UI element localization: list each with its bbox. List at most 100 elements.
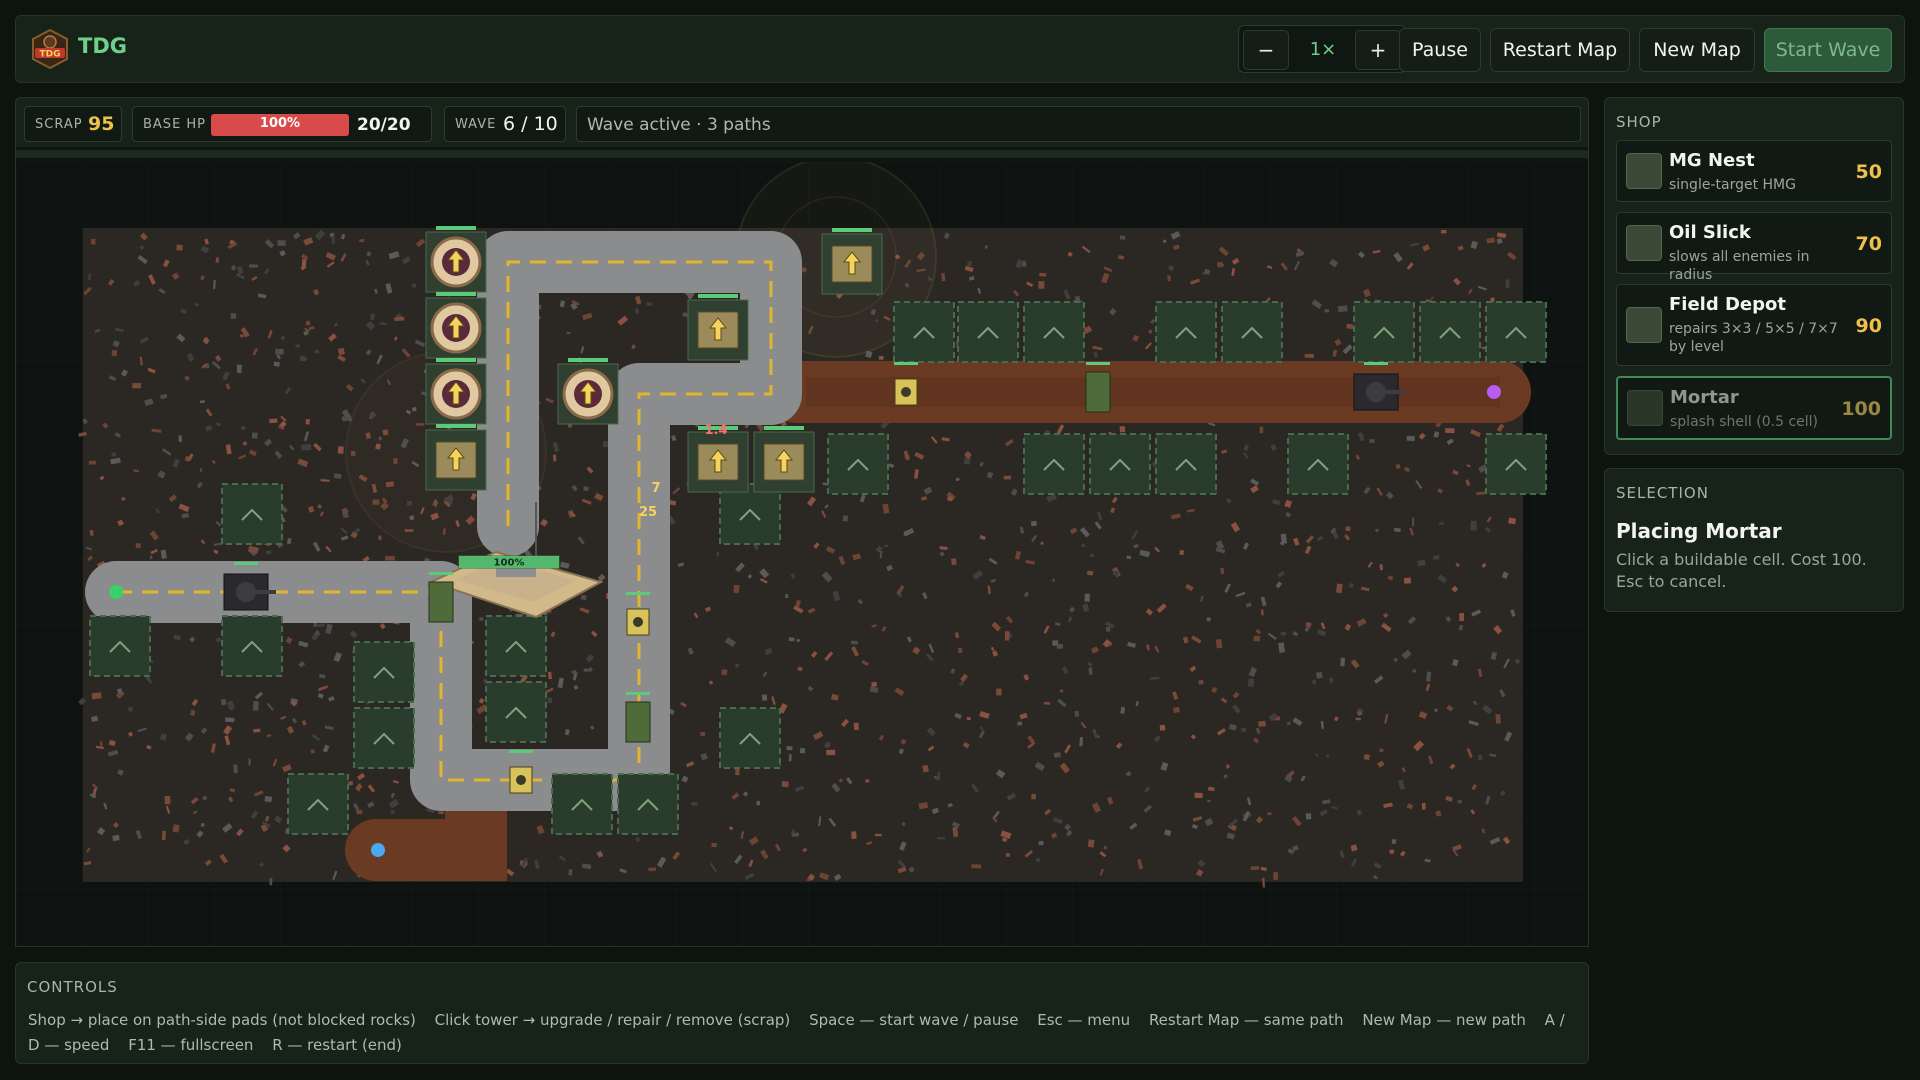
tower[interactable] — [425, 358, 487, 425]
build-pad[interactable] — [287, 773, 349, 835]
base-hp-value: 20/20 — [357, 115, 411, 135]
speed-decrease-button[interactable]: − — [1243, 30, 1289, 70]
tower[interactable] — [557, 358, 619, 425]
start-wave-button[interactable]: Start Wave — [1764, 28, 1892, 72]
shop-item-mortar[interactable]: Mortar splash shell (0.5 cell) 100 — [1616, 376, 1892, 440]
build-pad[interactable] — [1155, 301, 1217, 363]
control-hint: New Map — new path — [1362, 1011, 1526, 1029]
build-pad[interactable] — [1287, 433, 1349, 495]
build-pad[interactable] — [221, 615, 283, 677]
top-bar: TDG TDG − 1× + Pause Restart Map New Map… — [15, 15, 1905, 83]
shop-item-desc: slows all enemies in radius — [1669, 249, 1810, 283]
oil-slick-icon — [1626, 225, 1662, 261]
shop-item-price: 50 — [1855, 161, 1882, 183]
build-pad[interactable] — [485, 681, 547, 743]
build-pad[interactable] — [485, 615, 547, 677]
pause-button[interactable]: Pause — [1399, 28, 1481, 72]
game-board-frame: 100% 1.4 7 25 — [15, 147, 1589, 947]
unit-hp-bar — [1364, 362, 1388, 365]
build-pad[interactable] — [1485, 301, 1547, 363]
build-pad[interactable] — [719, 483, 781, 545]
control-hint: Space — start wave / pause — [809, 1011, 1019, 1029]
build-pad[interactable] — [1353, 301, 1415, 363]
controls-panel: CONTROLS Shop → place on path-side pads … — [15, 962, 1589, 1064]
brand-title: TDG — [78, 34, 127, 58]
tower-hp-bar — [436, 424, 476, 428]
control-hint: R — restart (end) — [272, 1036, 402, 1054]
tower-hp-bar — [436, 292, 476, 296]
new-map-button[interactable]: New Map — [1639, 28, 1755, 72]
tower[interactable] — [425, 424, 487, 491]
shop-item-oil-slick[interactable]: Oil Slick slows all enemies in radius 70 — [1616, 212, 1892, 283]
wave-status: Wave active · 3 paths — [576, 106, 1581, 142]
damage-number: 1.4 — [704, 423, 727, 438]
control-hint: F11 — fullscreen — [128, 1036, 254, 1054]
controls-list: Shop → place on path-side pads (not bloc… — [28, 1008, 1578, 1058]
unit-hp-bar — [1086, 362, 1110, 365]
build-pad[interactable] — [1089, 433, 1151, 495]
control-hint: Esc — menu — [1037, 1011, 1131, 1029]
wave-status-text: Wave active · 3 paths — [587, 115, 771, 135]
unit-hp-bar — [626, 692, 650, 695]
tower[interactable] — [753, 426, 815, 493]
build-pad[interactable] — [551, 773, 613, 835]
build-pad[interactable] — [221, 483, 283, 545]
shop-item-desc: splash shell (0.5 cell) — [1670, 414, 1819, 430]
controls-title: CONTROLS — [27, 978, 118, 996]
build-pad[interactable] — [1485, 433, 1547, 495]
selection-text: Click a buildable cell. Cost 100. Esc to… — [1616, 550, 1867, 591]
speed-increase-button[interactable]: + — [1355, 30, 1401, 70]
build-pad[interactable] — [1419, 301, 1481, 363]
unit-hp-bar — [234, 562, 258, 565]
build-pad[interactable] — [353, 707, 415, 769]
spawn-marker-icon — [109, 585, 123, 599]
scrap-label: SCRAP — [35, 117, 83, 132]
shop-item-field-depot[interactable]: Field Depot repairs 3×3 / 5×5 / 7×7 by l… — [1616, 284, 1892, 366]
build-pad[interactable] — [827, 433, 889, 495]
spawn-marker-icon — [371, 843, 385, 857]
field-depot-icon — [1626, 307, 1662, 343]
tower[interactable] — [425, 226, 487, 293]
shop-item-name: MG Nest — [1669, 150, 1755, 171]
tower-hp-bar — [832, 228, 872, 232]
build-pad[interactable] — [1221, 301, 1283, 363]
shop-item-price: 90 — [1855, 315, 1882, 337]
selection-panel: SELECTION Placing Mortar Click a buildab… — [1604, 468, 1904, 612]
tower-hp-bar — [568, 358, 608, 362]
scrap-value: 95 — [88, 113, 115, 135]
tdg-logo-icon: TDG — [32, 28, 68, 70]
build-pad[interactable] — [719, 707, 781, 769]
mg-nest-icon — [1626, 153, 1662, 189]
speed-value: 1× — [1309, 39, 1337, 60]
hq-hp-label: 100% — [494, 558, 525, 569]
control-hint: Shop → place on path-side pads (not bloc… — [28, 1011, 416, 1029]
shop-item-price: 100 — [1841, 398, 1881, 420]
shop-item-name: Mortar — [1670, 387, 1739, 408]
build-pad[interactable] — [617, 773, 679, 835]
wave-label: WAVE — [455, 117, 497, 132]
scrap-counter: SCRAP 95 — [24, 106, 122, 142]
shop-title: SHOP — [1616, 113, 1662, 131]
shop-item-mg-nest[interactable]: MG Nest single-target HMG 50 — [1616, 140, 1892, 202]
float-number: 25 — [639, 505, 657, 520]
speed-control: − 1× + — [1238, 25, 1406, 73]
build-pad[interactable] — [1023, 433, 1085, 495]
tower[interactable] — [425, 292, 487, 359]
shop-item-name: Oil Slick — [1669, 222, 1751, 243]
tower[interactable] — [821, 228, 883, 295]
build-pad[interactable] — [1155, 433, 1217, 495]
build-pad[interactable] — [353, 641, 415, 703]
base-hp-display: BASE HP 100% 20/20 — [132, 106, 432, 142]
game-board[interactable]: 100% 1.4 7 25 — [16, 162, 1588, 945]
build-pad[interactable] — [1023, 301, 1085, 363]
build-pad[interactable] — [893, 301, 955, 363]
shop-item-name: Field Depot — [1669, 294, 1786, 315]
tower-hp-bar — [436, 226, 476, 230]
restart-map-button[interactable]: Restart Map — [1490, 28, 1630, 72]
build-pad[interactable] — [957, 301, 1019, 363]
control-hint: Restart Map — same path — [1148, 1011, 1344, 1029]
tower[interactable] — [687, 294, 749, 361]
base-hp-percent: 100% — [259, 116, 301, 131]
build-pad[interactable] — [89, 615, 151, 677]
unit-hp-bar — [509, 750, 533, 753]
